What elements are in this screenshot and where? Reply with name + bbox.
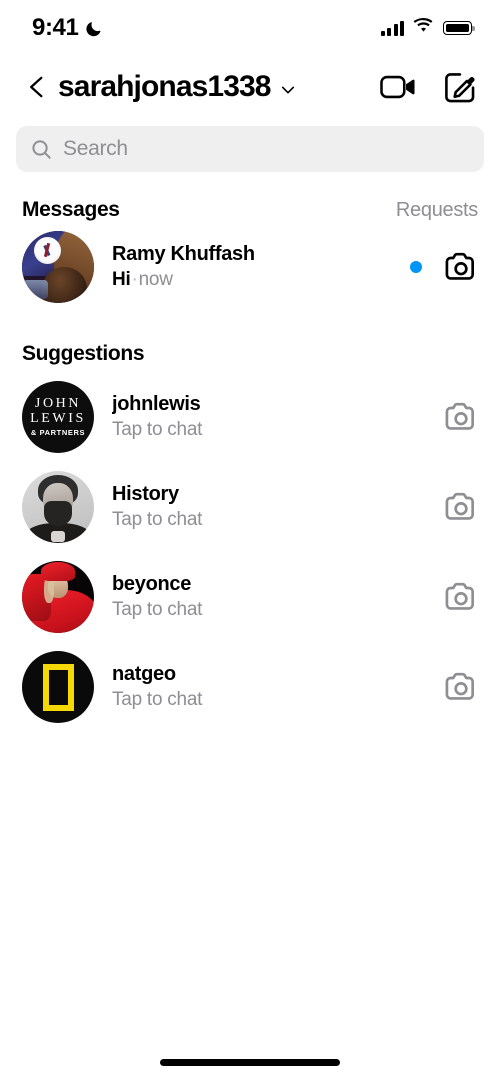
cellular-signal-icon (380, 20, 404, 36)
crescent-moon-icon (85, 19, 104, 38)
suggestion-row-actions (444, 670, 478, 704)
video-camera-icon (380, 75, 415, 99)
message-timestamp: now (138, 269, 173, 290)
avatar (22, 651, 94, 723)
suggestion-subtitle: Tap to chat (112, 599, 203, 620)
logo-line-1: JOHN (34, 395, 82, 411)
camera-icon (445, 252, 474, 280)
back-button[interactable] (24, 70, 50, 104)
camera-icon (445, 492, 474, 520)
suggestion-text: beyonce Tap to chat (112, 573, 426, 621)
camera-button[interactable] (444, 400, 478, 434)
chevron-left-icon (30, 76, 43, 98)
conversation-row-ramy[interactable]: Ramy Khuffash Hi·now (0, 222, 500, 312)
suggestion-row-actions (444, 490, 478, 524)
conversation-row-actions (410, 250, 478, 284)
avatar (22, 471, 94, 543)
page-title: sarahjonas1338 (58, 70, 271, 103)
suggestions-title: Suggestions (22, 342, 145, 365)
app-header: sarahjonas1338 (0, 56, 500, 118)
camera-button[interactable] (444, 580, 478, 614)
suggestion-subtitle: Tap to chat (112, 419, 203, 440)
instagram-direct-messages-screen: 9:41 sarahjonas1338 Search Messages Requ… (0, 0, 500, 1080)
camera-button[interactable] (444, 250, 478, 284)
suggestion-row-actions (444, 580, 478, 614)
header-actions (380, 69, 478, 105)
suggestion-name: natgeo (112, 663, 176, 685)
suggestion-subtitle: Tap to chat (112, 689, 203, 710)
wifi-icon (413, 17, 434, 38)
camera-button[interactable] (444, 670, 478, 704)
new-message-button[interactable] (442, 69, 478, 105)
account-switcher[interactable]: sarahjonas1338 (58, 72, 380, 102)
status-bar-time: 9:41 (32, 14, 79, 41)
search-section: Search (0, 118, 500, 172)
suggestion-subtitle: Tap to chat (112, 509, 203, 530)
video-call-button[interactable] (380, 69, 416, 105)
suggestion-name: beyonce (112, 573, 192, 595)
suggestion-text: johnlewis Tap to chat (112, 393, 426, 441)
status-bar: 9:41 (0, 0, 500, 56)
search-input[interactable]: Search (16, 126, 484, 172)
camera-icon (445, 672, 474, 700)
search-icon (32, 139, 51, 159)
suggestion-row-beyonce[interactable]: beyonce Tap to chat (0, 552, 500, 642)
camera-button[interactable] (444, 490, 478, 524)
conversation-preview: Hi·now (112, 269, 392, 291)
avatar (22, 231, 94, 303)
conversation-name: Ramy Khuffash (112, 243, 255, 265)
suggestion-row-johnlewis[interactable]: JOHN LEWIS & PARTNERS johnlewis Tap to c… (0, 372, 500, 462)
chevron-down-icon (281, 86, 294, 94)
avatar: JOHN LEWIS & PARTNERS (22, 381, 94, 453)
logo-line-3: & PARTNERS (30, 428, 86, 438)
unread-status-badge (410, 261, 422, 273)
home-indicator (160, 1059, 340, 1066)
search-placeholder: Search (63, 137, 128, 160)
suggestion-name: johnlewis (112, 393, 201, 415)
suggestion-name: History (112, 483, 179, 505)
new-message-pencil-icon (445, 73, 475, 103)
suggestions-section-header: Suggestions (0, 312, 500, 372)
preview-separator: · (131, 269, 138, 290)
status-bar-right (380, 17, 475, 38)
message-preview-text: Hi (112, 269, 131, 290)
messages-section-header: Messages Requests (0, 172, 500, 222)
conversation-text: Ramy Khuffash Hi·now (112, 243, 392, 291)
battery-full-icon (443, 21, 475, 35)
requests-link[interactable]: Requests (396, 199, 478, 222)
suggestion-row-actions (444, 400, 478, 434)
camera-icon (445, 402, 474, 430)
suggestion-row-natgeo[interactable]: natgeo Tap to chat (0, 642, 500, 732)
status-bar-left: 9:41 (32, 14, 104, 42)
avatar (22, 561, 94, 633)
suggestion-text: natgeo Tap to chat (112, 663, 426, 711)
suggestion-text: History Tap to chat (112, 483, 426, 531)
messages-title: Messages (22, 198, 120, 221)
logo-line-2: LEWIS (30, 410, 86, 426)
camera-icon (445, 582, 474, 610)
johnlewis-logo-icon: JOHN LEWIS & PARTNERS (30, 395, 86, 438)
natgeo-logo-icon (42, 663, 74, 711)
suggestion-row-history[interactable]: History Tap to chat (0, 462, 500, 552)
